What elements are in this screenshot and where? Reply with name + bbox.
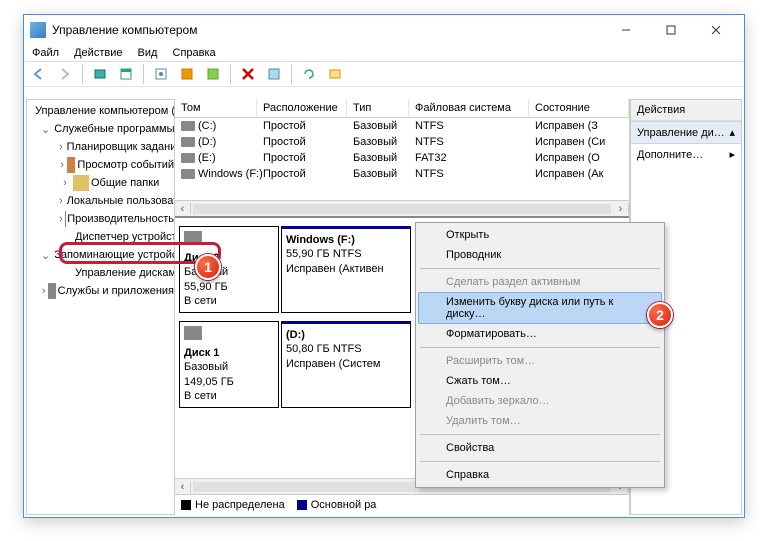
disk-info[interactable]: Диск 1 Базовый149,05 ГБВ сети xyxy=(179,321,279,408)
actions-item[interactable]: Дополните…▸ xyxy=(631,144,741,165)
tree-item[interactable]: ›Локальные пользовате xyxy=(27,192,174,210)
refresh-icon[interactable] xyxy=(298,63,320,85)
actions-header: Действия xyxy=(631,100,741,121)
menu-properties[interactable]: Свойства xyxy=(418,438,662,458)
volume-list: Том Расположение Тип Файловая система Со… xyxy=(175,99,629,182)
minimize-button[interactable] xyxy=(603,16,648,44)
toolbar-icon[interactable] xyxy=(324,63,346,85)
tree-root[interactable]: Управление компьютером (л xyxy=(27,102,174,120)
volume-row[interactable]: Windows (F:)ПростойБазовыйNTFSИсправен (… xyxy=(175,166,629,182)
tree-item[interactable]: Диспетчер устройств xyxy=(27,228,174,246)
disk-info[interactable]: Диск 0 Базовый55,90 ГБВ сети xyxy=(179,226,279,313)
menu-open[interactable]: Открыть xyxy=(418,225,662,245)
col-volume[interactable]: Том xyxy=(175,99,257,117)
col-status[interactable]: Состояние xyxy=(529,99,629,117)
delete-icon[interactable] xyxy=(237,63,259,85)
chevron-right-icon: ▸ xyxy=(729,148,735,161)
annotation-badge: 2 xyxy=(647,302,673,328)
toolbar-icon[interactable] xyxy=(89,63,111,85)
col-layout[interactable]: Расположение xyxy=(257,99,347,117)
tree-disk-management[interactable]: Управление дисками xyxy=(27,264,174,282)
toolbar-icon[interactable] xyxy=(115,63,137,85)
actions-item[interactable]: Управление ди…▴ xyxy=(631,121,741,144)
menu-make-active: Сделать раздел активным xyxy=(418,272,662,292)
toolbar-icon[interactable] xyxy=(202,63,224,85)
volume-row[interactable]: (E:)ПростойБазовыйFAT32Исправен (О xyxy=(175,150,629,166)
annotation-badge: 1 xyxy=(195,254,221,280)
menu-action[interactable]: Действие xyxy=(74,47,122,59)
tree-item[interactable]: ›Просмотр событий xyxy=(27,156,174,174)
window-title: Управление компьютером xyxy=(52,23,603,37)
disk-icon xyxy=(184,231,202,245)
volume-row[interactable]: (D:)ПростойБазовыйNTFSИсправен (Си xyxy=(175,134,629,150)
menu-view[interactable]: Вид xyxy=(138,47,158,59)
tree-item[interactable]: ›Планировщик заданий xyxy=(27,138,174,156)
toolbar-icon[interactable] xyxy=(263,63,285,85)
menu-mirror: Добавить зеркало… xyxy=(418,391,662,411)
nav-tree: Управление компьютером (л ⌄Служебные про… xyxy=(26,99,175,515)
menu-extend: Расширить том… xyxy=(418,351,662,371)
col-fs[interactable]: Файловая система xyxy=(409,99,529,117)
toolbar xyxy=(24,61,744,87)
menu-format[interactable]: Форматировать… xyxy=(418,324,662,344)
tree-item[interactable]: ›Производительность xyxy=(27,210,174,228)
menu-delete: Удалить том… xyxy=(418,411,662,431)
menu-help[interactable]: Справка xyxy=(173,47,216,59)
disk-volume[interactable]: Windows (F:) 55,90 ГБ NTFSИсправен (Акти… xyxy=(281,226,411,313)
tree-group[interactable]: ⌄Служебные программы xyxy=(27,120,174,138)
volume-row[interactable]: (C:)ПростойБазовыйNTFSИсправен (З xyxy=(175,118,629,134)
context-menu: Открыть Проводник Сделать раздел активны… xyxy=(415,222,665,488)
toolbar-icon[interactable] xyxy=(176,63,198,85)
back-button[interactable] xyxy=(28,63,50,85)
forward-button[interactable] xyxy=(54,63,76,85)
menu-bar: Файл Действие Вид Справка xyxy=(24,45,744,61)
chevron-up-icon: ▴ xyxy=(729,126,735,139)
menu-explore[interactable]: Проводник xyxy=(418,245,662,265)
close-button[interactable] xyxy=(693,16,738,44)
legend: Не распределена Основной ра xyxy=(175,494,629,515)
tree-group[interactable]: ⌄Запоминающие устройст xyxy=(27,246,174,264)
disk-volume[interactable]: (D:) 50,80 ГБ NTFSИсправен (Систем xyxy=(281,321,411,408)
toolbar-icon[interactable] xyxy=(150,63,172,85)
tree-group[interactable]: ›Службы и приложения xyxy=(27,282,174,300)
menu-shrink[interactable]: Сжать том… xyxy=(418,371,662,391)
titlebar: Управление компьютером xyxy=(24,15,744,45)
col-type[interactable]: Тип xyxy=(347,99,409,117)
scrollbar[interactable]: ‹› xyxy=(175,200,629,216)
menu-file[interactable]: Файл xyxy=(32,47,59,59)
maximize-button[interactable] xyxy=(648,16,693,44)
tree-item[interactable]: ›Общие папки xyxy=(27,174,174,192)
menu-help[interactable]: Справка xyxy=(418,465,662,485)
menu-change-drive-letter[interactable]: Изменить букву диска или путь к диску… xyxy=(418,292,662,324)
disk-icon xyxy=(184,326,202,340)
app-icon xyxy=(30,22,46,38)
